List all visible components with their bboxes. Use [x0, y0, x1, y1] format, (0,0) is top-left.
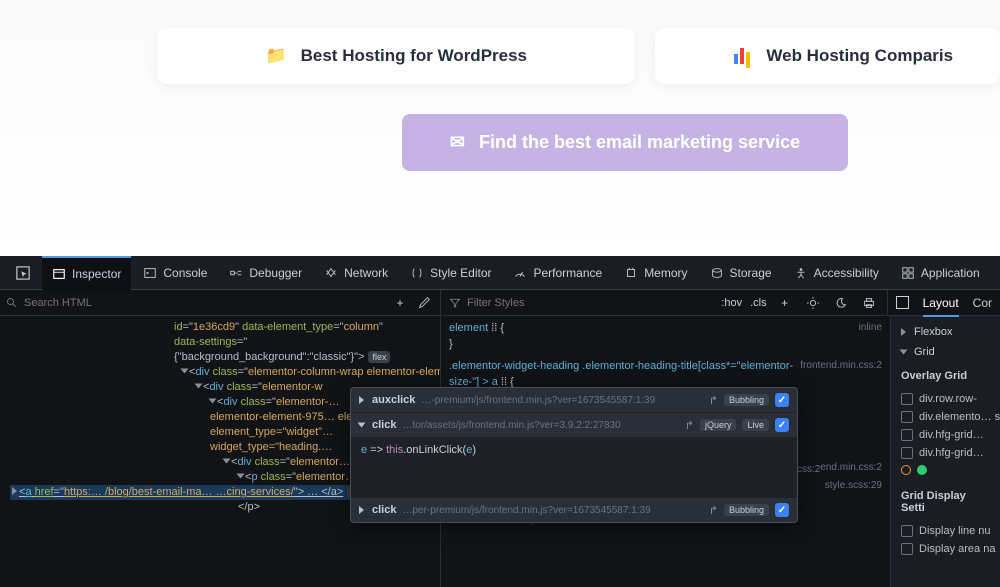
filter-styles-input[interactable] — [467, 297, 607, 309]
tab-network[interactable]: Network — [314, 256, 398, 290]
tab-performance[interactable]: Performance — [503, 256, 612, 290]
memory-icon — [624, 266, 638, 280]
bubbling-badge: Bubbling — [724, 504, 769, 516]
color-circle-icon[interactable] — [917, 465, 927, 475]
card-best-hosting[interactable]: 📁 Best Hosting for WordPress — [157, 28, 635, 84]
inspector-icon — [52, 267, 66, 281]
grid-overlay-item[interactable]: div.hfg-grid… — [901, 426, 990, 444]
dom-node[interactable]: data-settings=" — [10, 335, 440, 350]
overlay-grid-header: Overlay Grid — [891, 362, 1000, 386]
tab-application[interactable]: Application — [891, 256, 990, 290]
grid-display-header: Grid Display Setti — [891, 482, 1000, 518]
grid-overlay-item[interactable]: div.hfg-grid… — [901, 444, 990, 462]
debugger-icon — [229, 266, 243, 280]
card-label: Web Hosting Comparis — [766, 46, 953, 66]
add-node-button[interactable]: + — [390, 293, 410, 313]
search-html-input[interactable] — [24, 297, 344, 309]
devtools: Inspector Console Debugger Network Style… — [0, 256, 1000, 587]
envelope-icon: ✉ — [450, 132, 465, 153]
style-icon — [410, 266, 424, 280]
bubbling-badge: Bubbling — [724, 394, 769, 406]
live-badge: Live — [742, 419, 769, 431]
light-mode-button[interactable] — [803, 293, 823, 313]
element-picker[interactable] — [6, 256, 40, 290]
grid-section[interactable]: Grid — [891, 342, 1000, 362]
card-label: Best Hosting for WordPress — [301, 46, 527, 66]
layout-panel[interactable]: Flexbox Grid Overlay Grid div.row.row- d… — [890, 316, 1000, 587]
event-listener-popup: auxclick …-premium/js/frontend.min.js?ve… — [350, 387, 798, 523]
display-line-num-toggle[interactable]: Display line nu — [901, 522, 990, 540]
network-icon — [324, 266, 338, 280]
jquery-badge: jQuery — [700, 419, 737, 431]
listener-toggle[interactable] — [775, 418, 789, 432]
event-row-auxclick[interactable]: auxclick …-premium/js/frontend.min.js?ve… — [351, 388, 797, 413]
cta-label: Find the best email marketing service — [479, 132, 800, 153]
grid-overlay-item[interactable]: div.elemento… skin-classic.el… — [901, 408, 990, 426]
color-circle-icon[interactable] — [901, 465, 911, 475]
dom-node[interactable]: id="1e36cd9" data-element_type="column" — [10, 320, 440, 335]
add-rule-button[interactable]: + — [775, 293, 795, 313]
flexbox-section[interactable]: Flexbox — [891, 322, 1000, 342]
eyedropper-button[interactable] — [414, 293, 434, 313]
display-area-name-toggle[interactable]: Display area na — [901, 540, 990, 558]
goto-source-icon[interactable]: ↱ — [709, 504, 718, 517]
dom-node[interactable]: <div class="elementor-column-wrap elemen… — [10, 365, 440, 380]
tab-inspector[interactable]: Inspector — [42, 256, 131, 290]
computed-icon[interactable] — [896, 296, 909, 309]
event-row-click[interactable]: click …tor/assets/js/frontend.min.js?ver… — [351, 413, 797, 438]
console-icon — [143, 266, 157, 280]
tab-memory[interactable]: Memory — [614, 256, 697, 290]
goto-source-icon[interactable]: ↱ — [685, 419, 694, 432]
listener-toggle[interactable] — [775, 393, 789, 407]
dom-node[interactable]: {"background_background":"classic"}">fle… — [10, 350, 440, 365]
grid-overlay-item[interactable]: div.row.row- — [901, 390, 990, 408]
compat-tab[interactable]: Cor — [973, 296, 992, 310]
flex-badge[interactable]: flex — [368, 351, 390, 363]
devtools-tabs: Inspector Console Debugger Network Style… — [0, 256, 1000, 290]
tab-console[interactable]: Console — [133, 256, 217, 290]
search-icon — [6, 297, 18, 309]
folder-icon: 📁 — [265, 46, 286, 66]
tab-style-editor[interactable]: Style Editor — [400, 256, 501, 290]
print-sim-button[interactable] — [859, 293, 879, 313]
storage-icon — [710, 266, 724, 280]
tab-debugger[interactable]: Debugger — [219, 256, 312, 290]
event-row-click-2[interactable]: click …per-premium/js/frontend.min.js?ve… — [351, 498, 797, 522]
cls-toggle[interactable]: .cls — [750, 297, 767, 309]
application-icon — [901, 266, 915, 280]
hov-toggle[interactable]: :hov — [721, 297, 742, 309]
goto-source-icon[interactable]: ↱ — [709, 394, 718, 407]
accessibility-icon — [794, 266, 808, 280]
event-handler-body: e => this.onLinkClick(e) — [351, 438, 797, 498]
picker-icon — [16, 266, 30, 280]
card-hosting-comparison[interactable]: Web Hosting Comparis — [655, 28, 1000, 84]
cta-email-marketing[interactable]: ✉ Find the best email marketing service — [402, 114, 848, 171]
tab-storage[interactable]: Storage — [700, 256, 782, 290]
performance-icon — [513, 266, 527, 280]
chart-icon — [732, 48, 752, 64]
layout-tab[interactable]: Layout — [923, 296, 959, 310]
filter-icon — [449, 297, 461, 309]
dark-mode-button[interactable] — [831, 293, 851, 313]
listener-toggle[interactable] — [775, 503, 789, 517]
tab-accessibility[interactable]: Accessibility — [784, 256, 889, 290]
